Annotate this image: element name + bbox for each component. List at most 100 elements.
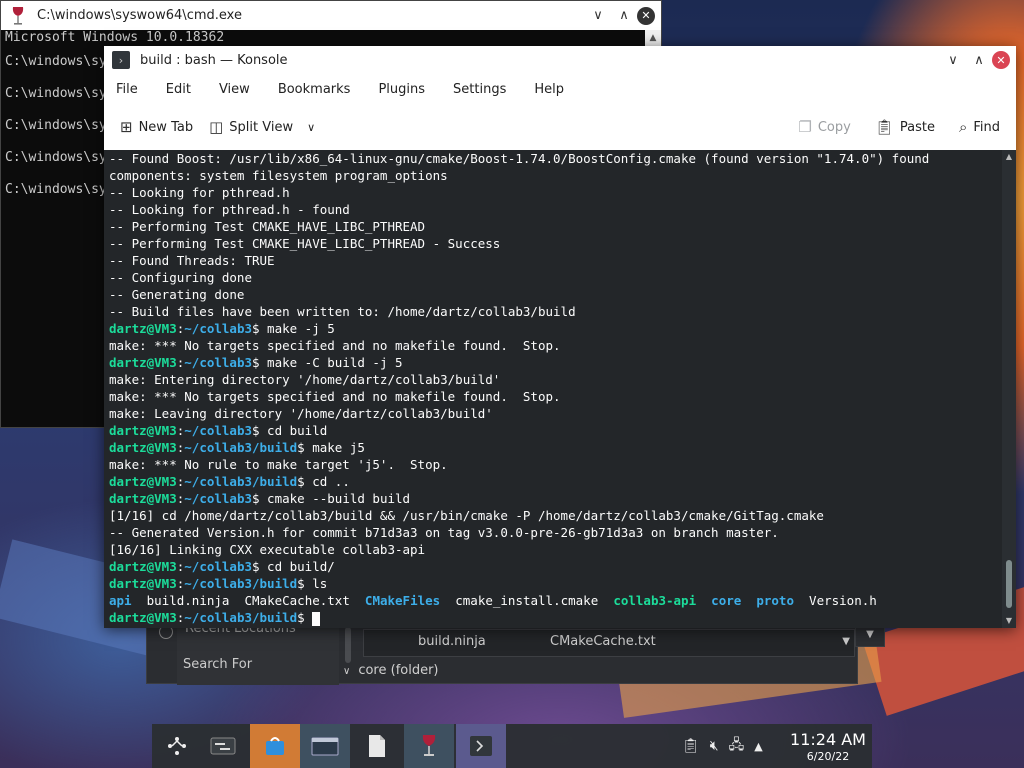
konsole-window[interactable]: › build : bash — Konsole ∨ ∧ ✕ File Edit… — [104, 46, 1016, 628]
splitter-handle[interactable] — [345, 627, 351, 663]
menu-edit[interactable]: Edit — [166, 82, 191, 97]
menu-bar: File Edit View Bookmarks Plugins Setting… — [104, 74, 1016, 104]
scrollbar-thumb[interactable] — [1006, 560, 1012, 608]
wine-glass-icon — [9, 6, 27, 26]
paste-icon: 📋︎ — [874, 118, 894, 136]
minimize-button[interactable]: ∨ — [585, 8, 611, 23]
cmd-header-line: Microsoft Windows 10.0.18362 — [5, 30, 225, 45]
prompt-user: dartz@VM3 — [109, 491, 177, 506]
cmd-window-title: C:\windows\syswow64\cmd.exe — [37, 8, 242, 23]
system-settings-icon[interactable] — [198, 724, 248, 768]
file-list[interactable]: build.ninja CMakeCache.txt ▼ — [363, 629, 855, 657]
menu-plugins[interactable]: Plugins — [378, 82, 425, 97]
find-button[interactable]: ⌕ Find — [959, 118, 1000, 136]
split-view-icon: ◫ — [209, 118, 224, 136]
close-button[interactable]: ✕ — [992, 51, 1010, 69]
menu-bookmarks[interactable]: Bookmarks — [278, 82, 351, 97]
clock[interactable]: 11:24 AM 6/20/22 — [788, 730, 868, 764]
terminal-line: -- Generated Version.h for commit b71d3a… — [109, 525, 779, 540]
copy-button[interactable]: ❐ Copy — [798, 118, 850, 136]
prompt-line: dartz@VM3:~/collab3/build$ ls — [109, 576, 328, 591]
prompt-path: ~/collab3/build — [184, 610, 298, 625]
prompt-line: dartz@VM3:~/collab3$ cd build — [109, 423, 328, 438]
prompt-path: ~/collab3 — [184, 559, 252, 574]
terminal-line: make: Leaving directory '/home/dartz/col… — [109, 406, 493, 421]
clock-date: 6/20/22 — [806, 750, 850, 763]
scroll-up-icon[interactable]: ▲ — [1002, 150, 1016, 164]
folder-label: core (folder) — [358, 663, 439, 678]
ls-output: api build.ninja CMakeCache.txt CMakeFile… — [104, 592, 1002, 609]
prompt-user: dartz@VM3 — [109, 440, 177, 455]
document-icon[interactable] — [352, 724, 402, 768]
prompt-path: ~/collab3 — [184, 355, 252, 370]
menu-settings[interactable]: Settings — [453, 82, 506, 97]
command-text: cd build — [259, 423, 328, 438]
prompt-line: dartz@VM3:~/collab3/build$ make j5 — [109, 440, 365, 455]
terminal-line: -- Looking for pthread.h — [109, 185, 290, 200]
file-item[interactable]: CMakeCache.txt — [550, 634, 656, 649]
prompt-line: dartz@VM3:~/collab3$ make -C build -j 5 — [109, 355, 403, 370]
konsole-window-title: build : bash — Konsole — [140, 52, 288, 68]
prompt-path: ~/collab3 — [184, 321, 252, 336]
app-launcher-icon[interactable] — [152, 724, 202, 768]
terminal-line: -- Generating done — [109, 287, 245, 302]
prompt-user: dartz@VM3 — [109, 474, 177, 489]
paste-label: Paste — [899, 119, 935, 135]
command-text: ls — [304, 576, 328, 591]
terminal-output[interactable]: -- Found Boost: /usr/lib/x86_64-linux-gn… — [104, 150, 1002, 628]
terminal-scrollbar[interactable]: ▲ ▼ — [1002, 150, 1016, 628]
command-text: make -C build -j 5 — [259, 355, 403, 370]
ls-entry: build.ninja — [146, 593, 230, 608]
terminal-line: make: *** No targets specified and no ma… — [109, 389, 561, 404]
prompt-user: dartz@VM3 — [109, 355, 177, 370]
konsole-titlebar[interactable]: › build : bash — Konsole ∨ ∧ ✕ — [104, 46, 1016, 74]
file-item[interactable]: build.ninja — [418, 634, 486, 649]
find-label: Find — [973, 119, 1000, 135]
maximize-button[interactable]: ∧ — [966, 53, 992, 68]
text-cursor — [312, 611, 321, 626]
menu-view[interactable]: View — [219, 82, 250, 97]
prompt-path: ~/collab3/build — [184, 440, 298, 455]
paste-button[interactable]: 📋︎ Paste — [875, 118, 935, 136]
cmd-titlebar[interactable]: C:\windows\syswow64\cmd.exe ∨ ∧ ✕ — [1, 1, 661, 30]
chevron-down-icon[interactable]: ▼ — [855, 625, 885, 647]
prompt-path: ~/collab3/build — [184, 474, 298, 489]
prompt-line[interactable]: dartz@VM3:~/collab3/build$ — [104, 609, 1002, 626]
ls-entry: CMakeFiles — [364, 593, 441, 608]
dolphin-file-manager-icon[interactable] — [300, 724, 350, 768]
chevron-down-icon[interactable]: ∨ — [343, 666, 350, 677]
prompt-line: dartz@VM3:~/collab3/build$ cd .. — [109, 474, 350, 489]
terminal-line: make: *** No rule to make target 'j5'. S… — [109, 457, 448, 472]
prompt-path: ~/collab3 — [184, 491, 252, 506]
command-text: cd build/ — [259, 559, 335, 574]
ls-entry: collab3-api — [613, 593, 697, 608]
network-icon[interactable]: 🖧 — [729, 734, 745, 758]
chevron-down-icon[interactable]: ▼ — [842, 636, 850, 647]
close-button[interactable]: ✕ — [637, 6, 655, 25]
clipboard-icon[interactable]: 📋︎ — [682, 738, 700, 754]
konsole-task-icon[interactable] — [456, 724, 506, 768]
prompt-user: dartz@VM3 — [109, 559, 177, 574]
prompt-line: dartz@VM3:~/collab3$ cd build/ — [109, 559, 335, 574]
wine-glass-icon[interactable] — [404, 724, 454, 768]
search-for-item[interactable]: Search For — [183, 657, 252, 672]
new-tab-button[interactable]: ⊞ New Tab — [120, 118, 193, 136]
terminal-icon: › — [112, 51, 130, 69]
discover-store-icon[interactable] — [250, 724, 300, 768]
menu-file[interactable]: File — [116, 82, 138, 97]
menu-help[interactable]: Help — [534, 82, 564, 97]
volume-muted-icon[interactable]: 🔇︎ — [710, 738, 719, 754]
prompt-path: ~/collab3 — [184, 423, 252, 438]
chevron-up-icon[interactable]: ▲ — [754, 740, 762, 753]
maximize-button[interactable]: ∧ — [611, 8, 637, 23]
chevron-down-icon[interactable]: ∨ — [307, 121, 315, 134]
scroll-down-icon[interactable]: ▼ — [1002, 614, 1016, 628]
split-view-button[interactable]: ◫ Split View ∨ — [209, 118, 315, 136]
prompt-line: dartz@VM3:~/collab3$ make -j 5 — [109, 321, 335, 336]
minimize-button[interactable]: ∨ — [940, 53, 966, 68]
folder-selection: ∨ core (folder) — [343, 663, 439, 678]
toolbar: ⊞ New Tab ◫ Split View ∨ ❐ Copy 📋︎ Paste… — [104, 104, 1016, 151]
prompt-user: dartz@VM3 — [109, 321, 177, 336]
ls-entry: Version.h — [809, 593, 877, 608]
prompt-user: dartz@VM3 — [109, 576, 177, 591]
